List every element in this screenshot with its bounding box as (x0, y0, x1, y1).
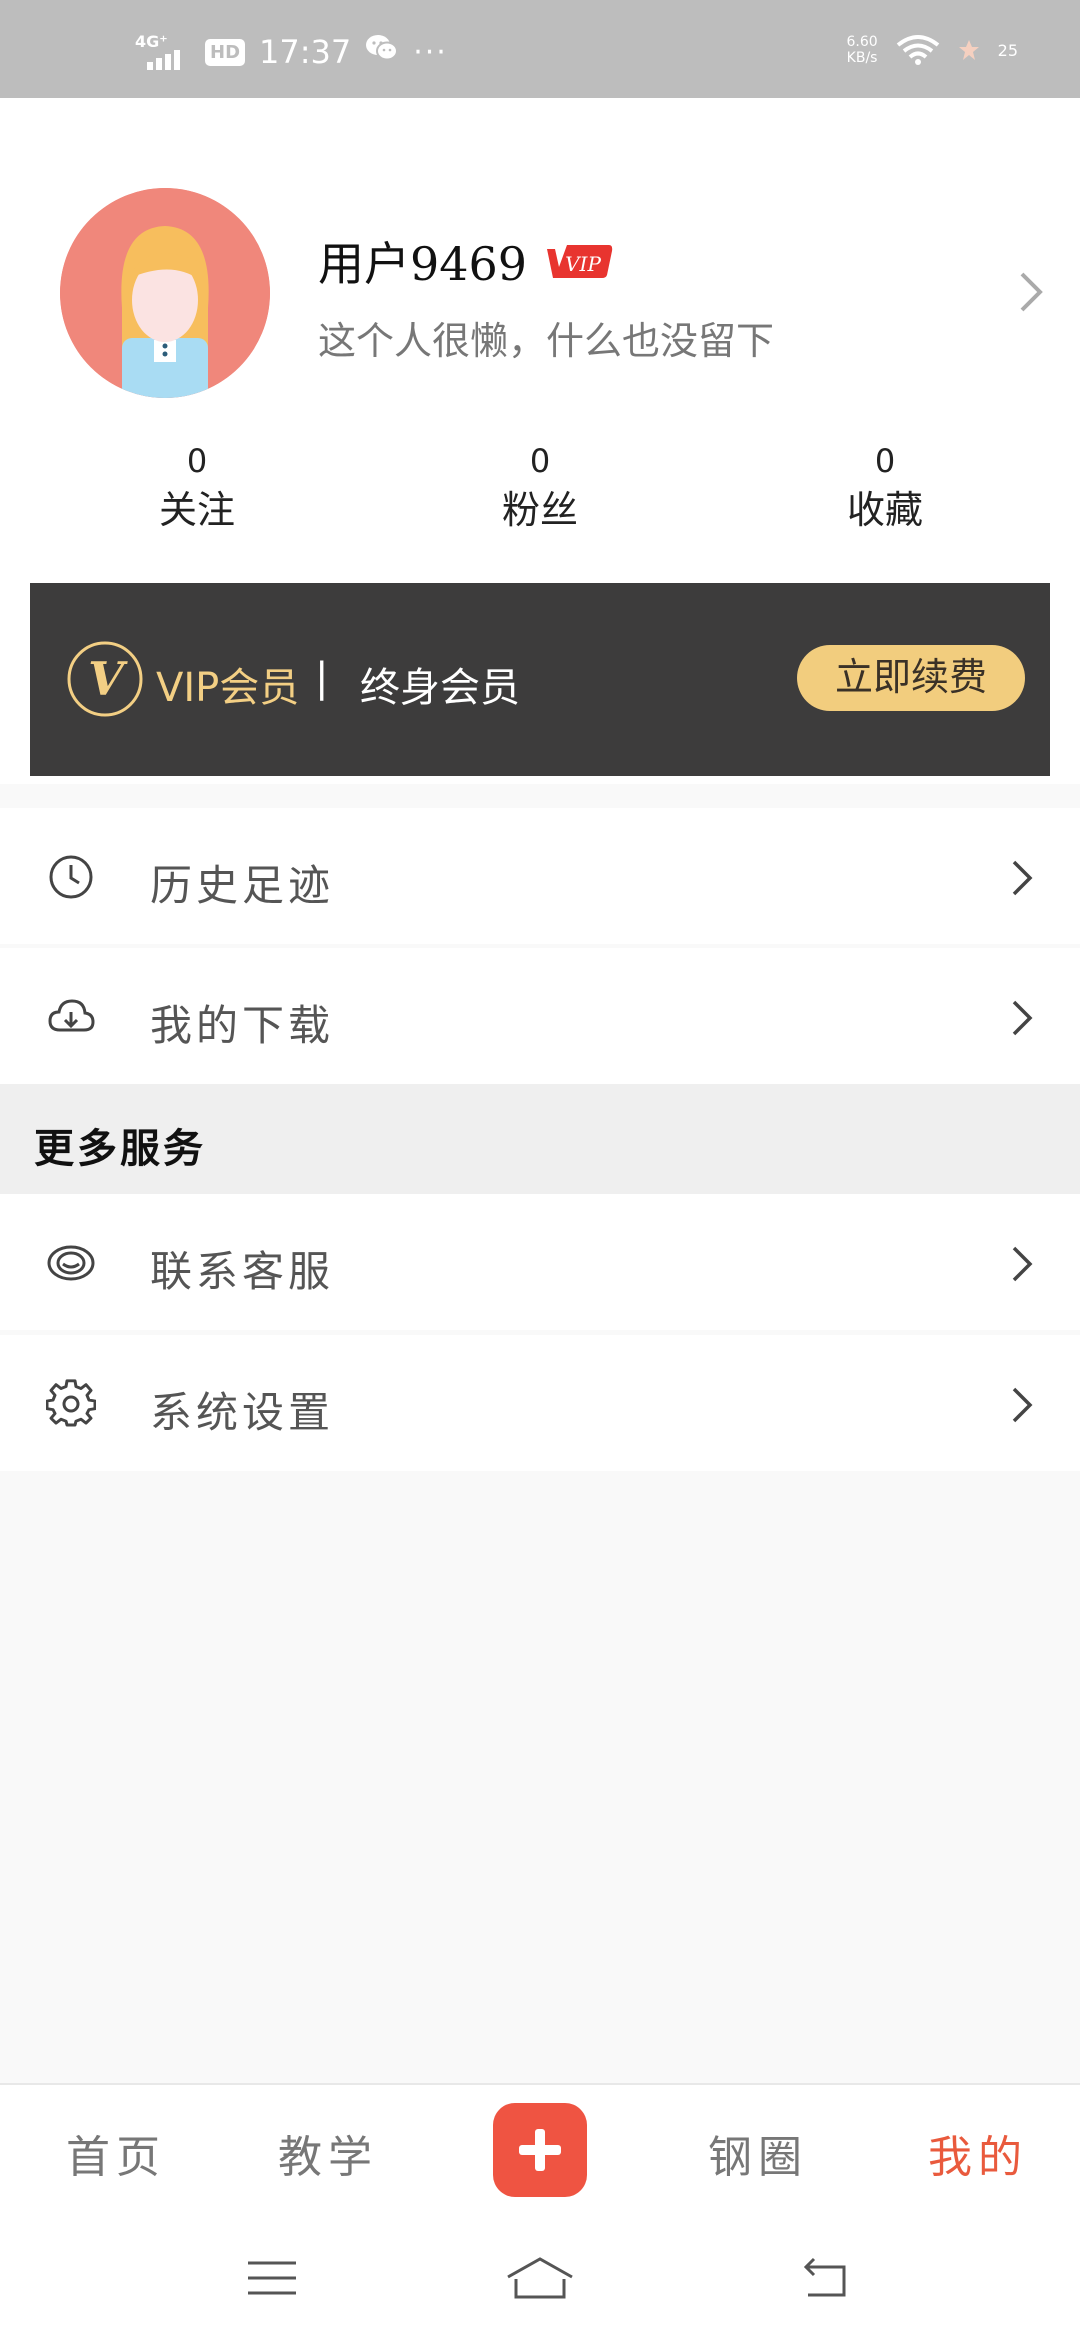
system-nav-bar (0, 2215, 1080, 2340)
menu-label-customer-service: 联系客服 (150, 1247, 335, 1296)
vip-badge-icon: VIP (547, 245, 613, 278)
chevron-right-icon[interactable] (1018, 270, 1044, 314)
chevron-right-icon (1012, 860, 1033, 896)
stat-followers[interactable]: 0 粉丝 (440, 438, 640, 536)
menu-item-history[interactable]: 历史足迹 (0, 808, 1080, 944)
vip-separator: | (315, 655, 329, 701)
network-speed-unit: KB/s (846, 50, 878, 66)
wechat-icon (365, 33, 399, 71)
vip-badge-text: VIP (565, 252, 601, 276)
menu-item-settings[interactable]: 系统设置 (0, 1335, 1080, 1471)
stat-favorites-label: 收藏 (846, 488, 923, 532)
avatar[interactable] (60, 188, 270, 398)
vip-card: V VIP会员 | 终身会员 立即续费 (30, 583, 1050, 776)
home-icon[interactable] (504, 2255, 576, 2301)
username-row: 用户9469 VIP (318, 228, 615, 294)
clock-icon (49, 855, 93, 899)
plus-icon (519, 2129, 561, 2171)
wifi-icon (896, 35, 939, 65)
nav-mine[interactable]: 我的 (928, 2121, 1028, 2185)
profile-bio: 这个人很懒，什么也没留下 (318, 319, 775, 363)
stats-row: 0 关注 0 粉丝 0 收藏 (0, 438, 1080, 548)
status-bar: 4G⁺ HD 17:37 ··· 6.60 KB/s 25 (0, 0, 1080, 98)
network-speed-value: 6.60 (846, 34, 878, 50)
menu-label-history: 历史足迹 (150, 861, 335, 910)
status-left: 4G⁺ HD 17:37 ··· (135, 32, 448, 72)
username: 用户9469 (318, 237, 528, 291)
section-title: 更多服务 (34, 1126, 206, 1172)
stat-favorites-count: 0 (874, 442, 896, 480)
menu-label-downloads: 我的下载 (150, 1001, 335, 1050)
stat-following-label: 关注 (158, 488, 235, 532)
vip-title: VIP会员 (156, 665, 300, 711)
menu-item-customer-service[interactable]: 联系客服 (0, 1194, 1080, 1330)
status-right: 6.60 KB/s 25 (846, 34, 1018, 66)
nav-teaching[interactable]: 教学 (278, 2121, 378, 2185)
menu-label-settings: 系统设置 (150, 1388, 335, 1437)
back-icon[interactable] (796, 2255, 852, 2301)
bottom-nav: 首页 教学 钢圈 我的 (0, 2083, 1080, 2215)
vip-logo-letter: V (88, 652, 128, 706)
section-header-more-services: 更多服务 (0, 1084, 1080, 1194)
chevron-right-icon (1012, 1387, 1033, 1423)
stat-favorites[interactable]: 0 收藏 (785, 438, 985, 536)
profile-section: 用户9469 VIP 这个人很懒，什么也没留下 0 关注 0 粉丝 0 收藏 V… (0, 98, 1080, 784)
do-not-disturb-icon (958, 40, 979, 60)
hd-badge: HD (205, 38, 246, 66)
cloud-download-icon (48, 999, 95, 1032)
signal-icon: 4G⁺ (135, 32, 191, 72)
renew-button[interactable]: 立即续费 (797, 645, 1025, 711)
chevron-right-icon (1012, 1246, 1033, 1282)
gear-icon (46, 1379, 96, 1427)
stat-following[interactable]: 0 关注 (97, 438, 297, 536)
more-notifications-icon: ··· (413, 34, 448, 70)
nav-circle[interactable]: 钢圈 (708, 2121, 808, 2185)
stat-followers-count: 0 (529, 442, 551, 480)
vip-membership-type: 终身会员 (360, 665, 520, 711)
customer-service-icon (47, 1245, 95, 1281)
chevron-right-icon (1012, 1000, 1033, 1036)
network-speed: 6.60 KB/s (846, 34, 877, 66)
stat-following-count: 0 (186, 442, 208, 480)
nav-home[interactable]: 首页 (66, 2121, 166, 2185)
status-time: 17:37 (259, 33, 352, 71)
vip-logo-icon: V (67, 641, 143, 717)
add-button[interactable] (493, 2103, 587, 2197)
menu-icon[interactable] (244, 2255, 300, 2301)
menu-item-downloads[interactable]: 我的下载 (0, 948, 1080, 1084)
network-type: 4G⁺ (135, 32, 168, 51)
battery-level: 25 (997, 40, 1018, 60)
stat-followers-label: 粉丝 (501, 488, 578, 532)
